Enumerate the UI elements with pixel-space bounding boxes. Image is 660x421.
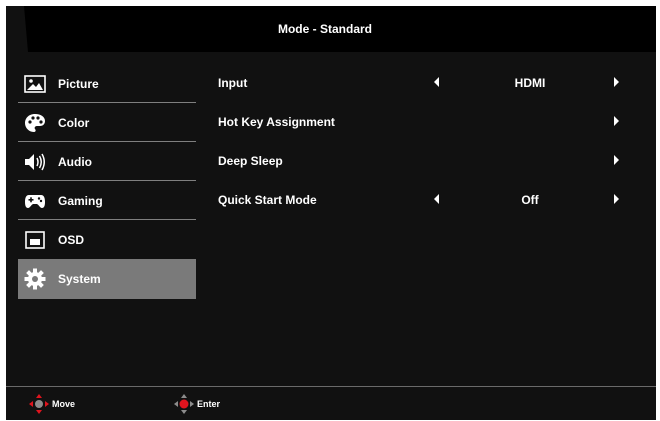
move-label: Move (52, 399, 76, 409)
setting-row-deep-sleep[interactable]: Deep Sleep (218, 142, 648, 181)
page-title: Mode - Standard (277, 22, 372, 36)
speaker-icon (24, 151, 46, 173)
setting-row-quick-start-mode[interactable]: Quick Start Mode Off (218, 181, 648, 220)
arrow-left-icon[interactable] (434, 194, 439, 204)
setting-row-input[interactable]: Input HDMI (218, 64, 648, 103)
sidebar-item-label: Gaming (58, 193, 103, 208)
sidebar-item-label: Color (58, 115, 90, 130)
sidebar: Picture Color Audio Gaming OSD System (18, 64, 196, 299)
setting-value: HDMI (514, 76, 546, 90)
move-hint: Move (28, 393, 75, 415)
gamepad-icon (24, 190, 46, 212)
palette-icon (24, 112, 46, 134)
sidebar-item-label: System (58, 272, 101, 286)
gear-icon (24, 268, 46, 290)
sidebar-item-label: OSD (58, 232, 85, 247)
setting-row-hot-key-assignment[interactable]: Hot Key Assignment (218, 103, 648, 142)
picture-icon (24, 73, 46, 95)
enter-hint: Enter (173, 393, 220, 415)
setting-value: Off (521, 193, 539, 207)
navpad-enter-icon (174, 394, 194, 414)
arrow-right-icon[interactable] (614, 194, 619, 204)
setting-label: Deep Sleep (218, 154, 283, 168)
enter-label: Enter (197, 399, 221, 409)
setting-label: Hot Key Assignment (218, 115, 335, 129)
navpad-move-icon (29, 394, 49, 414)
sidebar-item-system[interactable]: System (18, 259, 196, 299)
sidebar-item-label: Picture (58, 76, 99, 91)
sidebar-item-color[interactable]: Color (18, 103, 196, 142)
setting-label: Input (218, 76, 248, 90)
osd-icon (24, 229, 46, 251)
arrow-left-icon[interactable] (434, 77, 439, 87)
sidebar-item-audio[interactable]: Audio (18, 142, 196, 181)
settings-list: Input HDMI Hot Key Assignment Deep Sleep… (218, 64, 648, 220)
footer-hints: Move Enter (6, 387, 656, 420)
arrow-right-icon[interactable] (614, 77, 619, 87)
sidebar-item-osd[interactable]: OSD (18, 220, 196, 259)
arrow-right-icon[interactable] (614, 155, 619, 165)
sidebar-item-picture[interactable]: Picture (18, 64, 196, 103)
setting-label: Quick Start Mode (218, 193, 317, 207)
sidebar-item-label: Audio (58, 154, 92, 169)
sidebar-item-gaming[interactable]: Gaming (18, 181, 196, 220)
osd-menu: Mode - Standard Picture Color Audio Gami… (0, 0, 660, 421)
arrow-right-icon[interactable] (614, 116, 619, 126)
